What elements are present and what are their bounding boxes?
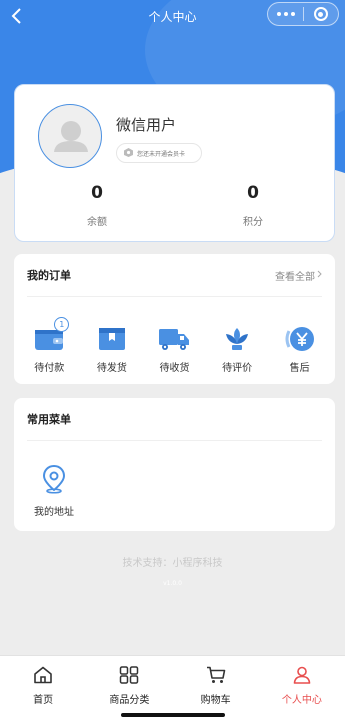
my-orders-card: 我的订单 查看全部 1 待付款 待发货 待收货 待评价 售后 <box>14 254 335 384</box>
menu-title: 常用菜单 <box>27 413 71 426</box>
order-to-review[interactable]: 待评价 <box>207 325 267 374</box>
user-icon <box>292 666 312 688</box>
view-all-label: 查看全部 <box>275 271 315 283</box>
order-item-label: 待收货 <box>159 363 190 374</box>
close-miniprogram-icon[interactable] <box>304 3 338 25</box>
truck-icon <box>158 325 190 353</box>
menu-divider <box>27 440 322 441</box>
member-status-badge[interactable]: 您还未开通会员卡 <box>116 143 202 163</box>
member-status-text: 您还未开通会员卡 <box>137 150 186 158</box>
order-to-ship[interactable]: 待发货 <box>82 325 142 374</box>
home-indicator <box>121 713 225 717</box>
cart-icon <box>206 666 226 688</box>
location-pin-icon <box>41 464 67 498</box>
tab-home[interactable]: 首页 <box>0 656 86 724</box>
tab-label: 购物车 <box>200 695 231 706</box>
menu-item-my-address[interactable]: 我的地址 <box>28 464 80 518</box>
points-value: 0 <box>247 183 259 203</box>
more-options-icon[interactable] <box>268 3 303 25</box>
menu-item-label: 我的地址 <box>34 507 74 518</box>
package-icon <box>96 325 128 353</box>
tab-label: 个人中心 <box>281 695 322 706</box>
balance-label: 余额 <box>87 217 107 228</box>
home-icon <box>33 666 53 688</box>
points-stat[interactable]: 0 积分 <box>203 183 303 228</box>
order-after-sales[interactable]: 售后 <box>270 325 330 374</box>
orders-title: 我的订单 <box>27 269 71 282</box>
order-item-label: 待发货 <box>96 363 127 374</box>
pending-payment-badge: 1 <box>54 317 70 332</box>
miniprogram-capsule <box>267 2 339 26</box>
tab-label: 商品分类 <box>109 695 150 706</box>
orders-divider <box>27 296 322 297</box>
balance-stat[interactable]: 0 余额 <box>47 183 147 228</box>
username: 微信用户 <box>116 116 177 134</box>
yen-icon <box>284 325 316 353</box>
balance-value: 0 <box>91 183 103 203</box>
order-item-label: 待付款 <box>34 363 65 374</box>
chevron-right-icon <box>317 270 322 281</box>
version-text: v1.0.0 <box>163 580 182 587</box>
navbar: 个人中心 <box>0 0 345 32</box>
member-card-icon <box>123 147 134 160</box>
order-pending-payment[interactable]: 1 待付款 <box>19 317 79 374</box>
tab-label: 首页 <box>33 695 54 706</box>
points-label: 积分 <box>243 217 263 228</box>
order-item-label: 待评价 <box>222 363 253 374</box>
order-item-label: 售后 <box>289 363 310 374</box>
lotus-icon <box>221 325 253 353</box>
tech-support-text: 技术支持：小程序科技 <box>122 558 223 569</box>
profile-card: 微信用户 您还未开通会员卡 0 余额 0 积分 <box>14 84 335 242</box>
avatar[interactable] <box>38 104 102 168</box>
view-all-orders-link[interactable]: 查看全部 <box>275 268 322 283</box>
order-to-receive[interactable]: 待收货 <box>144 325 204 374</box>
common-menu-card: 常用菜单 我的地址 <box>14 398 335 531</box>
grid-icon <box>119 666 139 688</box>
wallet-icon: 1 <box>33 317 70 353</box>
tab-profile[interactable]: 个人中心 <box>259 656 345 724</box>
